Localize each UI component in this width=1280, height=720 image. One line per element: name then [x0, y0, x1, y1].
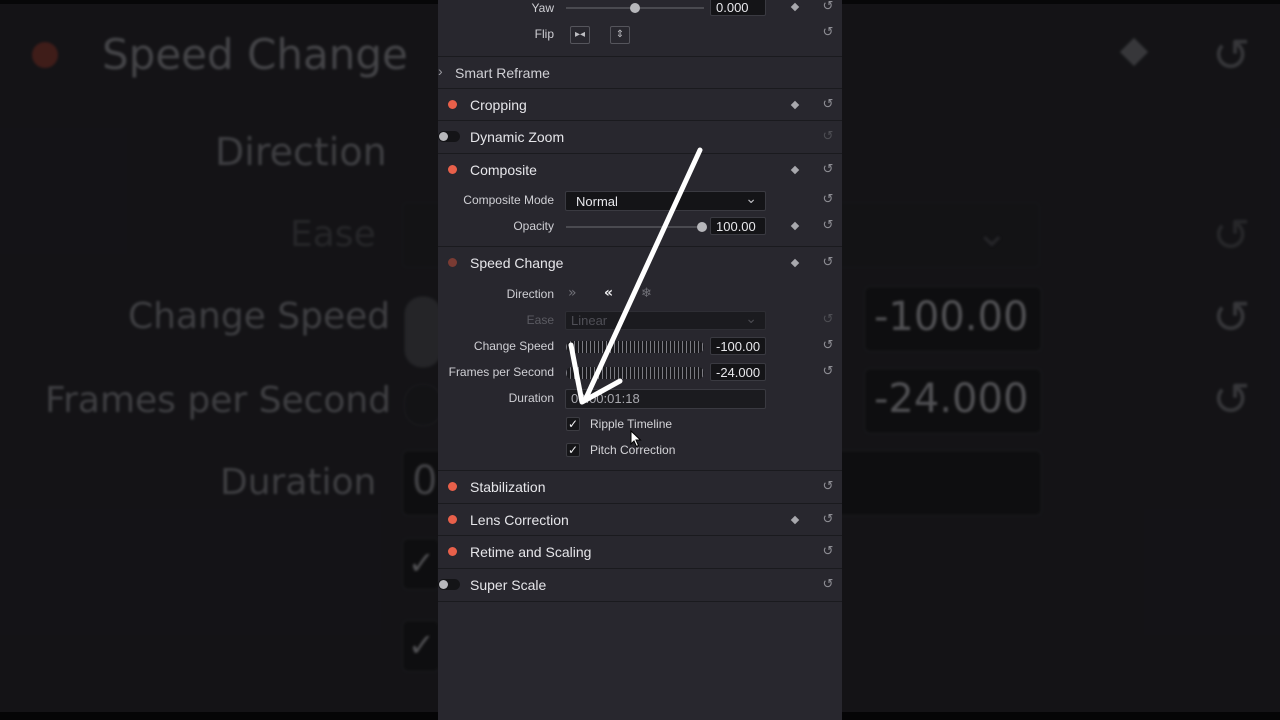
stabilization-reset-icon[interactable]: ↺: [821, 480, 835, 494]
dynamic-zoom-title: Dynamic Zoom: [470, 129, 565, 145]
opacity-slider-knob[interactable]: [697, 222, 707, 232]
chevron-right-icon: ›: [438, 63, 443, 79]
flip-horizontal-button[interactable]: ▸◂: [570, 26, 590, 44]
ease-select[interactable]: Linear ⌄: [565, 310, 766, 330]
lens-correction-section[interactable]: Lens Correction ↺: [438, 503, 842, 536]
composite-mode-label: Composite Mode: [463, 193, 554, 207]
opacity-label: Opacity: [513, 219, 554, 233]
lens-correction-keyframe-icon[interactable]: [790, 515, 800, 525]
stabilization-enable-dot[interactable]: [448, 482, 457, 491]
ripple-timeline-checkbox[interactable]: ✓: [566, 417, 580, 431]
fps-reset-icon[interactable]: ↺: [821, 365, 835, 379]
flip-vertical-button[interactable]: ⇕: [610, 26, 630, 44]
lens-correction-title: Lens Correction: [470, 512, 569, 528]
yaw-label: Yaw: [531, 1, 554, 15]
forward-direction-icon[interactable]: »: [568, 285, 577, 301]
dynamic-zoom-toggle[interactable]: [438, 131, 460, 142]
opacity-reset-icon[interactable]: ↺: [821, 219, 835, 233]
fps-value-field[interactable]: -24.000: [710, 363, 766, 381]
opacity-keyframe-icon[interactable]: [790, 221, 800, 231]
ease-label: Ease: [526, 313, 554, 327]
yaw-slider-knob[interactable]: [630, 3, 640, 13]
stabilization-section[interactable]: Stabilization ↺: [438, 470, 842, 503]
composite-enable-dot[interactable]: [448, 165, 457, 174]
duration-field[interactable]: 00:00:01:18: [565, 389, 766, 409]
yaw-keyframe-icon[interactable]: [790, 2, 800, 12]
stabilization-title: Stabilization: [470, 479, 546, 495]
fps-jog-wheel[interactable]: [566, 367, 704, 379]
pitch-correction-checkbox[interactable]: ✓: [566, 443, 580, 457]
composite-keyframe-icon[interactable]: [790, 165, 800, 175]
flip-label: Flip: [534, 27, 554, 41]
fps-label: Frames per Second: [448, 365, 554, 379]
opacity-value-field[interactable]: 100.00: [710, 217, 766, 235]
retime-scaling-section[interactable]: Retime and Scaling ↺: [438, 535, 842, 568]
composite-reset-icon[interactable]: ↺: [821, 163, 835, 177]
cropping-enable-dot[interactable]: [448, 100, 457, 109]
mouse-cursor-icon: [630, 430, 642, 448]
composite-mode-value: Normal: [576, 194, 618, 209]
super-scale-title: Super Scale: [470, 577, 547, 593]
speed-change-section[interactable]: Speed Change ↺: [438, 246, 842, 279]
retime-scaling-reset-icon[interactable]: ↺: [821, 545, 835, 559]
composite-mode-reset-icon[interactable]: ↺: [821, 193, 835, 207]
cropping-title: Cropping: [470, 97, 527, 113]
super-scale-section[interactable]: Super Scale ↺: [438, 568, 842, 602]
retime-scaling-enable-dot[interactable]: [448, 547, 457, 556]
lens-correction-enable-dot[interactable]: [448, 515, 457, 524]
dynamic-zoom-reset-icon[interactable]: ↺: [821, 130, 835, 144]
ease-reset-icon[interactable]: ↺: [821, 313, 835, 327]
change-speed-reset-icon[interactable]: ↺: [821, 339, 835, 353]
speed-change-title: Speed Change: [470, 255, 564, 271]
flip-reset-icon[interactable]: ↺: [821, 26, 835, 40]
speed-change-enable-dot[interactable]: [448, 258, 457, 267]
change-speed-value-field[interactable]: -100.00: [710, 337, 766, 355]
lens-correction-reset-icon[interactable]: ↺: [821, 513, 835, 527]
direction-label: Direction: [506, 287, 554, 301]
inspector-panel: Yaw 0.000 ↺ Flip ▸◂ ⇕ ↺ › Smart Reframe …: [438, 0, 842, 720]
reverse-direction-icon[interactable]: «: [604, 285, 613, 301]
chevron-down-icon: ⌄: [745, 190, 757, 206]
change-speed-label: Change Speed: [473, 339, 554, 353]
cropping-keyframe-icon[interactable]: [790, 100, 800, 110]
smart-reframe-row[interactable]: › Smart Reframe: [438, 56, 842, 89]
ease-chevron-down-icon: ⌄: [745, 310, 757, 326]
change-speed-jog-wheel[interactable]: [566, 341, 704, 353]
opacity-slider-track[interactable]: [566, 226, 704, 228]
ease-value: Linear: [571, 313, 608, 328]
composite-section[interactable]: Composite ↺: [438, 153, 842, 186]
cropping-reset-icon[interactable]: ↺: [821, 98, 835, 112]
super-scale-reset-icon[interactable]: ↺: [821, 578, 835, 592]
speed-change-keyframe-icon[interactable]: [790, 258, 800, 268]
smart-reframe-title: Smart Reframe: [455, 65, 550, 81]
freeze-frame-icon[interactable]: ❄: [641, 286, 652, 301]
speed-change-reset-icon[interactable]: ↺: [821, 256, 835, 270]
ripple-timeline-label[interactable]: Ripple Timeline: [590, 417, 672, 431]
yaw-reset-icon[interactable]: ↺: [821, 0, 835, 14]
composite-mode-select[interactable]: Normal ⌄: [565, 190, 766, 211]
duration-label: Duration: [508, 391, 554, 405]
super-scale-toggle[interactable]: [438, 579, 460, 590]
composite-title: Composite: [470, 162, 537, 178]
cropping-section[interactable]: Cropping ↺: [438, 88, 842, 121]
yaw-value-field[interactable]: 0.000: [710, 0, 766, 16]
retime-scaling-title: Retime and Scaling: [470, 544, 592, 560]
dynamic-zoom-section[interactable]: Dynamic Zoom ↺: [438, 120, 842, 153]
